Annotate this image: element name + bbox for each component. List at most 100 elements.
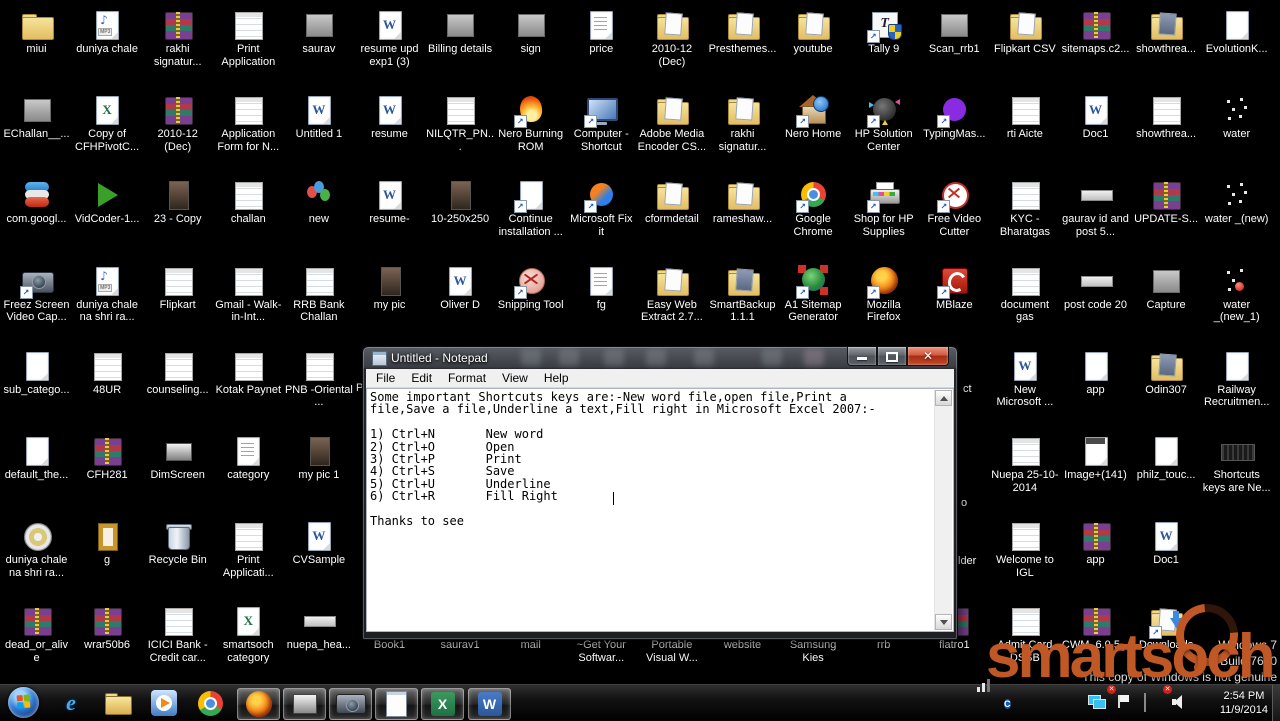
desktop-icon-welcome-to-igl[interactable]: Welcome to IGL	[990, 519, 1059, 579]
desktop-icon-rakhi-signatur[interactable]: rakhi signatur...	[143, 8, 212, 68]
desktop-icon-hp-solution-center[interactable]: ↗ HP Solution Center	[849, 93, 918, 153]
tray-green-app-icon[interactable]	[1032, 694, 1048, 710]
desktop-icon-wrar50b6[interactable]: wrar50b6	[73, 604, 142, 652]
desktop-icon-cvsample[interactable]: W CVSample	[284, 519, 353, 567]
desktop-icon-continue-installation[interactable]: ↗ Continue installation ...	[496, 178, 565, 238]
desktop-icon-icici-bank-credit-car[interactable]: ICICI Bank - Credit car...	[143, 604, 212, 664]
desktop-icon-tally-9[interactable]: T ↗ Tally 9	[849, 8, 918, 56]
desktop-icon-gmail-walk-in-int[interactable]: Gmail - Walk-in-Int...	[214, 264, 283, 324]
desktop-icon-application-form-for-n[interactable]: Application Form for N...	[214, 93, 283, 153]
desktop-icon-g[interactable]: g	[73, 519, 142, 567]
desktop-icon-flipkart[interactable]: Flipkart	[143, 264, 212, 312]
desktop-icon-showthrea[interactable]: showthrea...	[1132, 8, 1201, 56]
desktop-icon-post-code-20[interactable]: post code 20	[1061, 264, 1130, 312]
desktop-icon-untitled-1[interactable]: W Untitled 1	[284, 93, 353, 141]
desktop-icon-evolutionk[interactable]: EvolutionK...	[1202, 8, 1271, 56]
desktop-icon-pnb-oriental[interactable]: PNB -Oriental ...	[284, 349, 353, 409]
taskbar-dimscreen[interactable]	[283, 688, 326, 720]
desktop-icon-document-gas[interactable]: document gas	[990, 264, 1059, 324]
menu-edit[interactable]: Edit	[403, 369, 440, 387]
desktop-icon-2010-12-dec[interactable]: 2010-12 (Dec)	[637, 8, 706, 68]
desktop-icon-presthemes[interactable]: Presthemes...	[708, 8, 777, 56]
desktop-icon-computer-shortcut[interactable]: ↗ Computer - Shortcut	[567, 93, 636, 153]
desktop-icon-my-pic-1[interactable]: my pic 1	[284, 434, 353, 482]
desktop-icon-a1-sitemap-generator[interactable]: ↗ A1 Sitemap Generator	[779, 264, 848, 324]
menu-file[interactable]: File	[368, 369, 403, 387]
desktop-icon-resume-upd-exp1-3[interactable]: Wresume upd exp1 (3)	[355, 8, 424, 68]
desktop-icon-gaurav-id-and-post-5[interactable]: gaurav id and post 5...	[1061, 178, 1130, 238]
desktop-icon-new[interactable]: new	[284, 178, 353, 226]
desktop-icon-fg[interactable]: fg	[567, 264, 636, 312]
notepad-text-area[interactable]: Some important Shortcuts keys are:-New w…	[370, 391, 933, 629]
close-button[interactable]: ✕	[907, 347, 949, 366]
tray-volume-muted-icon[interactable]: ✕	[1163, 685, 1188, 710]
taskbar-notepad[interactable]	[375, 688, 418, 720]
desktop-icon-rameshaw[interactable]: rameshaw...	[708, 178, 777, 226]
desktop-icon-google-chrome[interactable]: ↗ Google Chrome	[779, 178, 848, 238]
desktop-icon-dimscreen[interactable]: DimScreen	[143, 434, 212, 482]
desktop-icon-23-copy[interactable]: 23 - Copy	[143, 178, 212, 226]
taskbar-excel[interactable]: X	[421, 688, 464, 720]
desktop-icon-2010-12-dec[interactable]: 2010-12 (Dec)	[143, 93, 212, 153]
tray-display-icon[interactable]	[1088, 694, 1106, 710]
desktop-icon-rti-aicte[interactable]: rti Aicte	[990, 93, 1059, 141]
tray-chrome-icon[interactable]	[920, 694, 936, 710]
desktop-icon-water-new[interactable]: water _(new)	[1202, 178, 1271, 226]
taskbar-start-button[interactable]	[8, 687, 39, 718]
desktop-icon-app[interactable]: app	[1061, 519, 1130, 567]
desktop-icon-nero-home[interactable]: ↗ Nero Home	[779, 93, 848, 141]
desktop-icon-print-application[interactable]: Print Application	[214, 8, 283, 68]
taskbar-freez-screen-capture[interactable]	[329, 688, 372, 720]
desktop-icon-app[interactable]: app	[1061, 349, 1130, 397]
tray-bell-icon[interactable]	[948, 694, 964, 710]
desktop-icon-doc1[interactable]: W Doc1	[1061, 93, 1130, 141]
desktop-icon-cfh281[interactable]: CFH281	[73, 434, 142, 482]
desktop-icon-showthrea[interactable]: showthrea...	[1132, 93, 1201, 141]
desktop-icon-resume[interactable]: Wresume	[355, 93, 424, 141]
taskbar-mozilla-firefox[interactable]	[237, 688, 280, 720]
desktop-icon-philz-touc[interactable]: philz_touc...	[1132, 434, 1201, 482]
maximize-button[interactable]	[877, 347, 907, 366]
desktop-icon-print-applicati[interactable]: Print Applicati...	[214, 519, 283, 579]
desktop-icon-copy-of-cfhpivotc[interactable]: X Copy of CFHPivotC...	[73, 93, 142, 153]
taskbar-windows-media-player[interactable]	[150, 689, 178, 717]
menu-format[interactable]: Format	[440, 369, 494, 387]
desktop-icon-billing-details[interactable]: Billing details	[426, 8, 495, 56]
tray-purple-app-icon[interactable]	[1060, 694, 1076, 710]
desktop-icon-shop-for-hp-supplies[interactable]: ↗ Shop for HP Supplies	[849, 178, 918, 238]
desktop-icon-sign[interactable]: sign	[496, 8, 565, 56]
desktop-icon-nuepa-25-10-2014[interactable]: Nuepa 25-10-2014	[990, 434, 1059, 494]
desktop-icon-echallan[interactable]: EChallan__...	[2, 93, 71, 141]
desktop-icon-category[interactable]: category	[214, 434, 283, 482]
desktop-icon-smartsoch-category[interactable]: Xsmartsoch category	[214, 604, 283, 664]
scroll-up-button[interactable]	[935, 390, 952, 406]
desktop-icon-cformdetail[interactable]: cformdetail	[637, 178, 706, 226]
desktop-icon-water[interactable]: water	[1202, 93, 1271, 141]
minimize-button[interactable]	[847, 347, 877, 366]
desktop-icon-new-microsoft[interactable]: W New Microsoft ...	[990, 349, 1059, 409]
desktop-icon-duniya-chale[interactable]: ♪ MP3 duniya chale	[73, 8, 142, 56]
tray-clipboard-icon[interactable]	[1144, 693, 1160, 712]
desktop-icon-doc1[interactable]: W Doc1	[1132, 519, 1201, 567]
desktop-icon-vidcoder-1[interactable]: VidCoder-1...	[73, 178, 142, 226]
desktop-icon-youtube[interactable]: youtube	[779, 8, 848, 56]
desktop-icon-scan-rrb1[interactable]: Scan_rrb1	[920, 8, 989, 56]
desktop-icon-easy-web-extract-2-7[interactable]: Easy Web Extract 2.7...	[637, 264, 706, 324]
desktop-icon-miui[interactable]: miui	[2, 8, 71, 56]
desktop-icon-saurav[interactable]: saurav	[284, 8, 353, 56]
desktop-icon-oliver-d[interactable]: W Oliver D	[426, 264, 495, 312]
desktop-icon-typingmas[interactable]: ↗ TypingMas...	[920, 93, 989, 141]
desktop-icon-odin307[interactable]: Odin307	[1132, 349, 1201, 397]
desktop-icon-sub-catego[interactable]: sub_catego...	[2, 349, 71, 397]
tray-network-signal-icon[interactable]	[976, 679, 992, 710]
desktop-icon-com-googl[interactable]: com.googl...	[2, 178, 71, 226]
desktop-icon-nero-burning-rom[interactable]: ↗ Nero Burning ROM	[496, 93, 565, 153]
scroll-down-button[interactable]	[935, 614, 952, 630]
taskbar-clock[interactable]: 2:54 PM 11/9/2014	[1220, 689, 1268, 717]
menu-view[interactable]: View	[494, 369, 536, 387]
desktop-icon-snipping-tool[interactable]: ↗ Snipping Tool	[496, 264, 565, 312]
desktop-icon-10-250x250[interactable]: 10-250x250	[426, 178, 495, 226]
desktop-icon-shortcuts-keys-are-ne[interactable]: Shortcuts keys are Ne...	[1202, 434, 1271, 494]
desktop-icon-rrb-bank-challan[interactable]: RRB Bank Challan	[284, 264, 353, 324]
desktop-icon-my-pic[interactable]: my pic	[355, 264, 424, 312]
